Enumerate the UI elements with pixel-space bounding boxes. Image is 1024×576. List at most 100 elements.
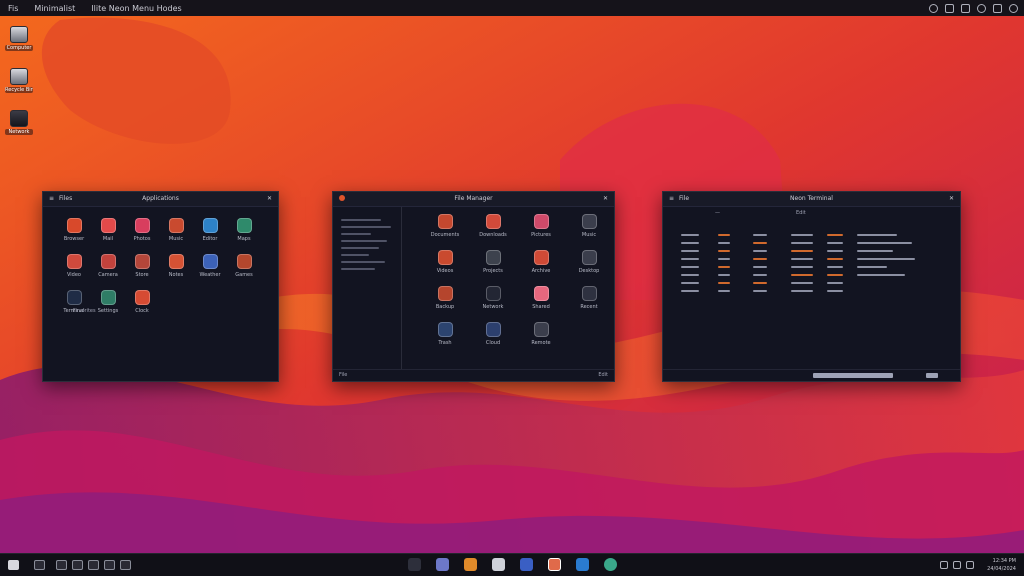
- sidebar-item[interactable]: [341, 268, 375, 270]
- app-item[interactable]: Settings: [91, 290, 125, 314]
- pinned-app-icon[interactable]: [408, 558, 421, 571]
- taskbar-clock[interactable]: 12:34 PM 24/04/2024: [987, 557, 1016, 573]
- browser-icon[interactable]: [72, 560, 83, 570]
- pinned-app-icon[interactable]: [576, 558, 589, 571]
- app-item[interactable]: Browser: [57, 218, 91, 242]
- menu-item-minimalist[interactable]: Minimalist: [26, 4, 83, 13]
- app-item[interactable]: Documents: [421, 214, 469, 238]
- app-icon: [485, 322, 501, 337]
- app-label: Notes: [168, 272, 184, 278]
- search-icon[interactable]: [34, 560, 45, 570]
- pinned-app-icon-active[interactable]: [548, 558, 561, 571]
- window-titlebar[interactable]: File Manager ✕: [333, 192, 614, 207]
- app-item[interactable]: Remote: [517, 322, 565, 346]
- menu-item-neon[interactable]: Ilite Neon Menu Hodes: [83, 4, 189, 13]
- app-item[interactable]: Mail: [91, 218, 125, 242]
- app-item[interactable]: Clock: [125, 290, 159, 314]
- pinned-app-icon[interactable]: [520, 558, 533, 571]
- status-left[interactable]: File: [339, 372, 347, 378]
- app-item[interactable]: Video: [57, 254, 91, 278]
- sidebar-item[interactable]: [341, 219, 381, 221]
- app-item[interactable]: Archive: [517, 250, 565, 274]
- app-item[interactable]: Backup: [421, 286, 469, 310]
- window-titlebar[interactable]: ≡ File Neon Terminal ✕: [663, 192, 960, 207]
- app-item[interactable]: Games: [227, 254, 261, 278]
- close-icon[interactable]: ✕: [949, 195, 954, 202]
- edit-menu[interactable]: Edit: [796, 210, 806, 216]
- sidebar-item[interactable]: [341, 254, 369, 256]
- files-icon[interactable]: [56, 560, 67, 570]
- start-icon[interactable]: [8, 560, 19, 570]
- favorites-label[interactable]: Favorites: [73, 308, 96, 314]
- sidebar-item[interactable]: [341, 240, 387, 242]
- mail-icon[interactable]: [88, 560, 99, 570]
- app-item[interactable]: Trash: [421, 322, 469, 346]
- sidebar-item[interactable]: [341, 233, 371, 235]
- app-item[interactable]: Weather: [193, 254, 227, 278]
- app-item[interactable]: Cloud: [469, 322, 517, 346]
- sidebar-item[interactable]: [341, 226, 391, 228]
- app-item[interactable]: Projects: [469, 250, 517, 274]
- status-bar: File Edit: [333, 369, 614, 381]
- app-item[interactable]: Music: [565, 214, 613, 238]
- app-icon: [100, 290, 116, 305]
- app-label: Projects: [483, 268, 503, 274]
- wifi-icon[interactable]: [1009, 3, 1018, 13]
- gear-icon[interactable]: [945, 3, 954, 13]
- battery-icon[interactable]: [966, 561, 974, 569]
- window-file-manager[interactable]: File Manager ✕ Documents Downloads Picture…: [332, 191, 615, 382]
- app-item[interactable]: Network: [469, 286, 517, 310]
- desktop-icon-recycle-bin[interactable]: Recycle Bin: [5, 68, 33, 104]
- app-item[interactable]: Pictures: [517, 214, 565, 238]
- app-icon: [437, 214, 453, 229]
- user-icon[interactable]: [929, 3, 938, 13]
- window-title: Applications: [142, 195, 179, 202]
- app-icon: [533, 250, 549, 265]
- app-label: Editor: [202, 236, 218, 242]
- sidebar-item[interactable]: [341, 261, 385, 263]
- desktop-icon-network[interactable]: Network: [5, 110, 33, 146]
- app-item[interactable]: Videos: [421, 250, 469, 274]
- close-icon[interactable]: ✕: [267, 195, 272, 202]
- scrollbar[interactable]: [813, 373, 893, 378]
- volume-icon[interactable]: [953, 561, 961, 569]
- network-icon: [10, 110, 28, 127]
- status-right[interactable]: Edit: [598, 372, 608, 378]
- pinned-app-icon[interactable]: [464, 558, 477, 571]
- app-item[interactable]: Camera: [91, 254, 125, 278]
- app-item[interactable]: Store: [125, 254, 159, 278]
- notification-icon[interactable]: [977, 3, 986, 13]
- app-item[interactable]: Shared: [517, 286, 565, 310]
- battery-icon[interactable]: [993, 3, 1002, 13]
- app-item[interactable]: Recent: [565, 286, 613, 310]
- app-item[interactable]: Maps: [227, 218, 261, 242]
- menu-item-files[interactable]: Fis: [0, 4, 26, 13]
- app-item[interactable]: Downloads: [469, 214, 517, 238]
- clock-time: 12:34 PM: [992, 558, 1016, 564]
- edit-tab[interactable]: —: [715, 210, 720, 216]
- app-item[interactable]: Music: [159, 218, 193, 242]
- scroll-button[interactable]: [926, 373, 938, 378]
- wifi-icon[interactable]: [940, 561, 948, 569]
- pinned-app-icon[interactable]: [436, 558, 449, 571]
- sidebar-item[interactable]: [341, 247, 379, 249]
- app-item[interactable]: Notes: [159, 254, 193, 278]
- close-icon[interactable]: ✕: [603, 195, 608, 202]
- pinned-app-icon[interactable]: [492, 558, 505, 571]
- app-icon: [437, 250, 453, 265]
- app-label: Recent: [580, 304, 598, 310]
- app-label: Remote: [531, 340, 551, 346]
- window-titlebar[interactable]: ≡ Files Applications ✕: [43, 192, 278, 207]
- desktop-icon-computer[interactable]: Computer: [5, 26, 33, 62]
- app-item[interactable]: Photos: [125, 218, 159, 242]
- terminal-icon[interactable]: [104, 560, 115, 570]
- pinned-app-icon[interactable]: [604, 558, 617, 571]
- app-item[interactable]: Desktop: [565, 250, 613, 274]
- window-applications[interactable]: ≡ Files Applications ✕ Browser Mail Photos…: [42, 191, 279, 382]
- app-icon: [533, 214, 549, 229]
- phone-icon[interactable]: [961, 3, 970, 13]
- window-terminal[interactable]: ≡ File Neon Terminal ✕ — Edit: [662, 191, 961, 382]
- app-icon: [581, 286, 597, 301]
- music-icon[interactable]: [120, 560, 131, 570]
- app-item[interactable]: Editor: [193, 218, 227, 242]
